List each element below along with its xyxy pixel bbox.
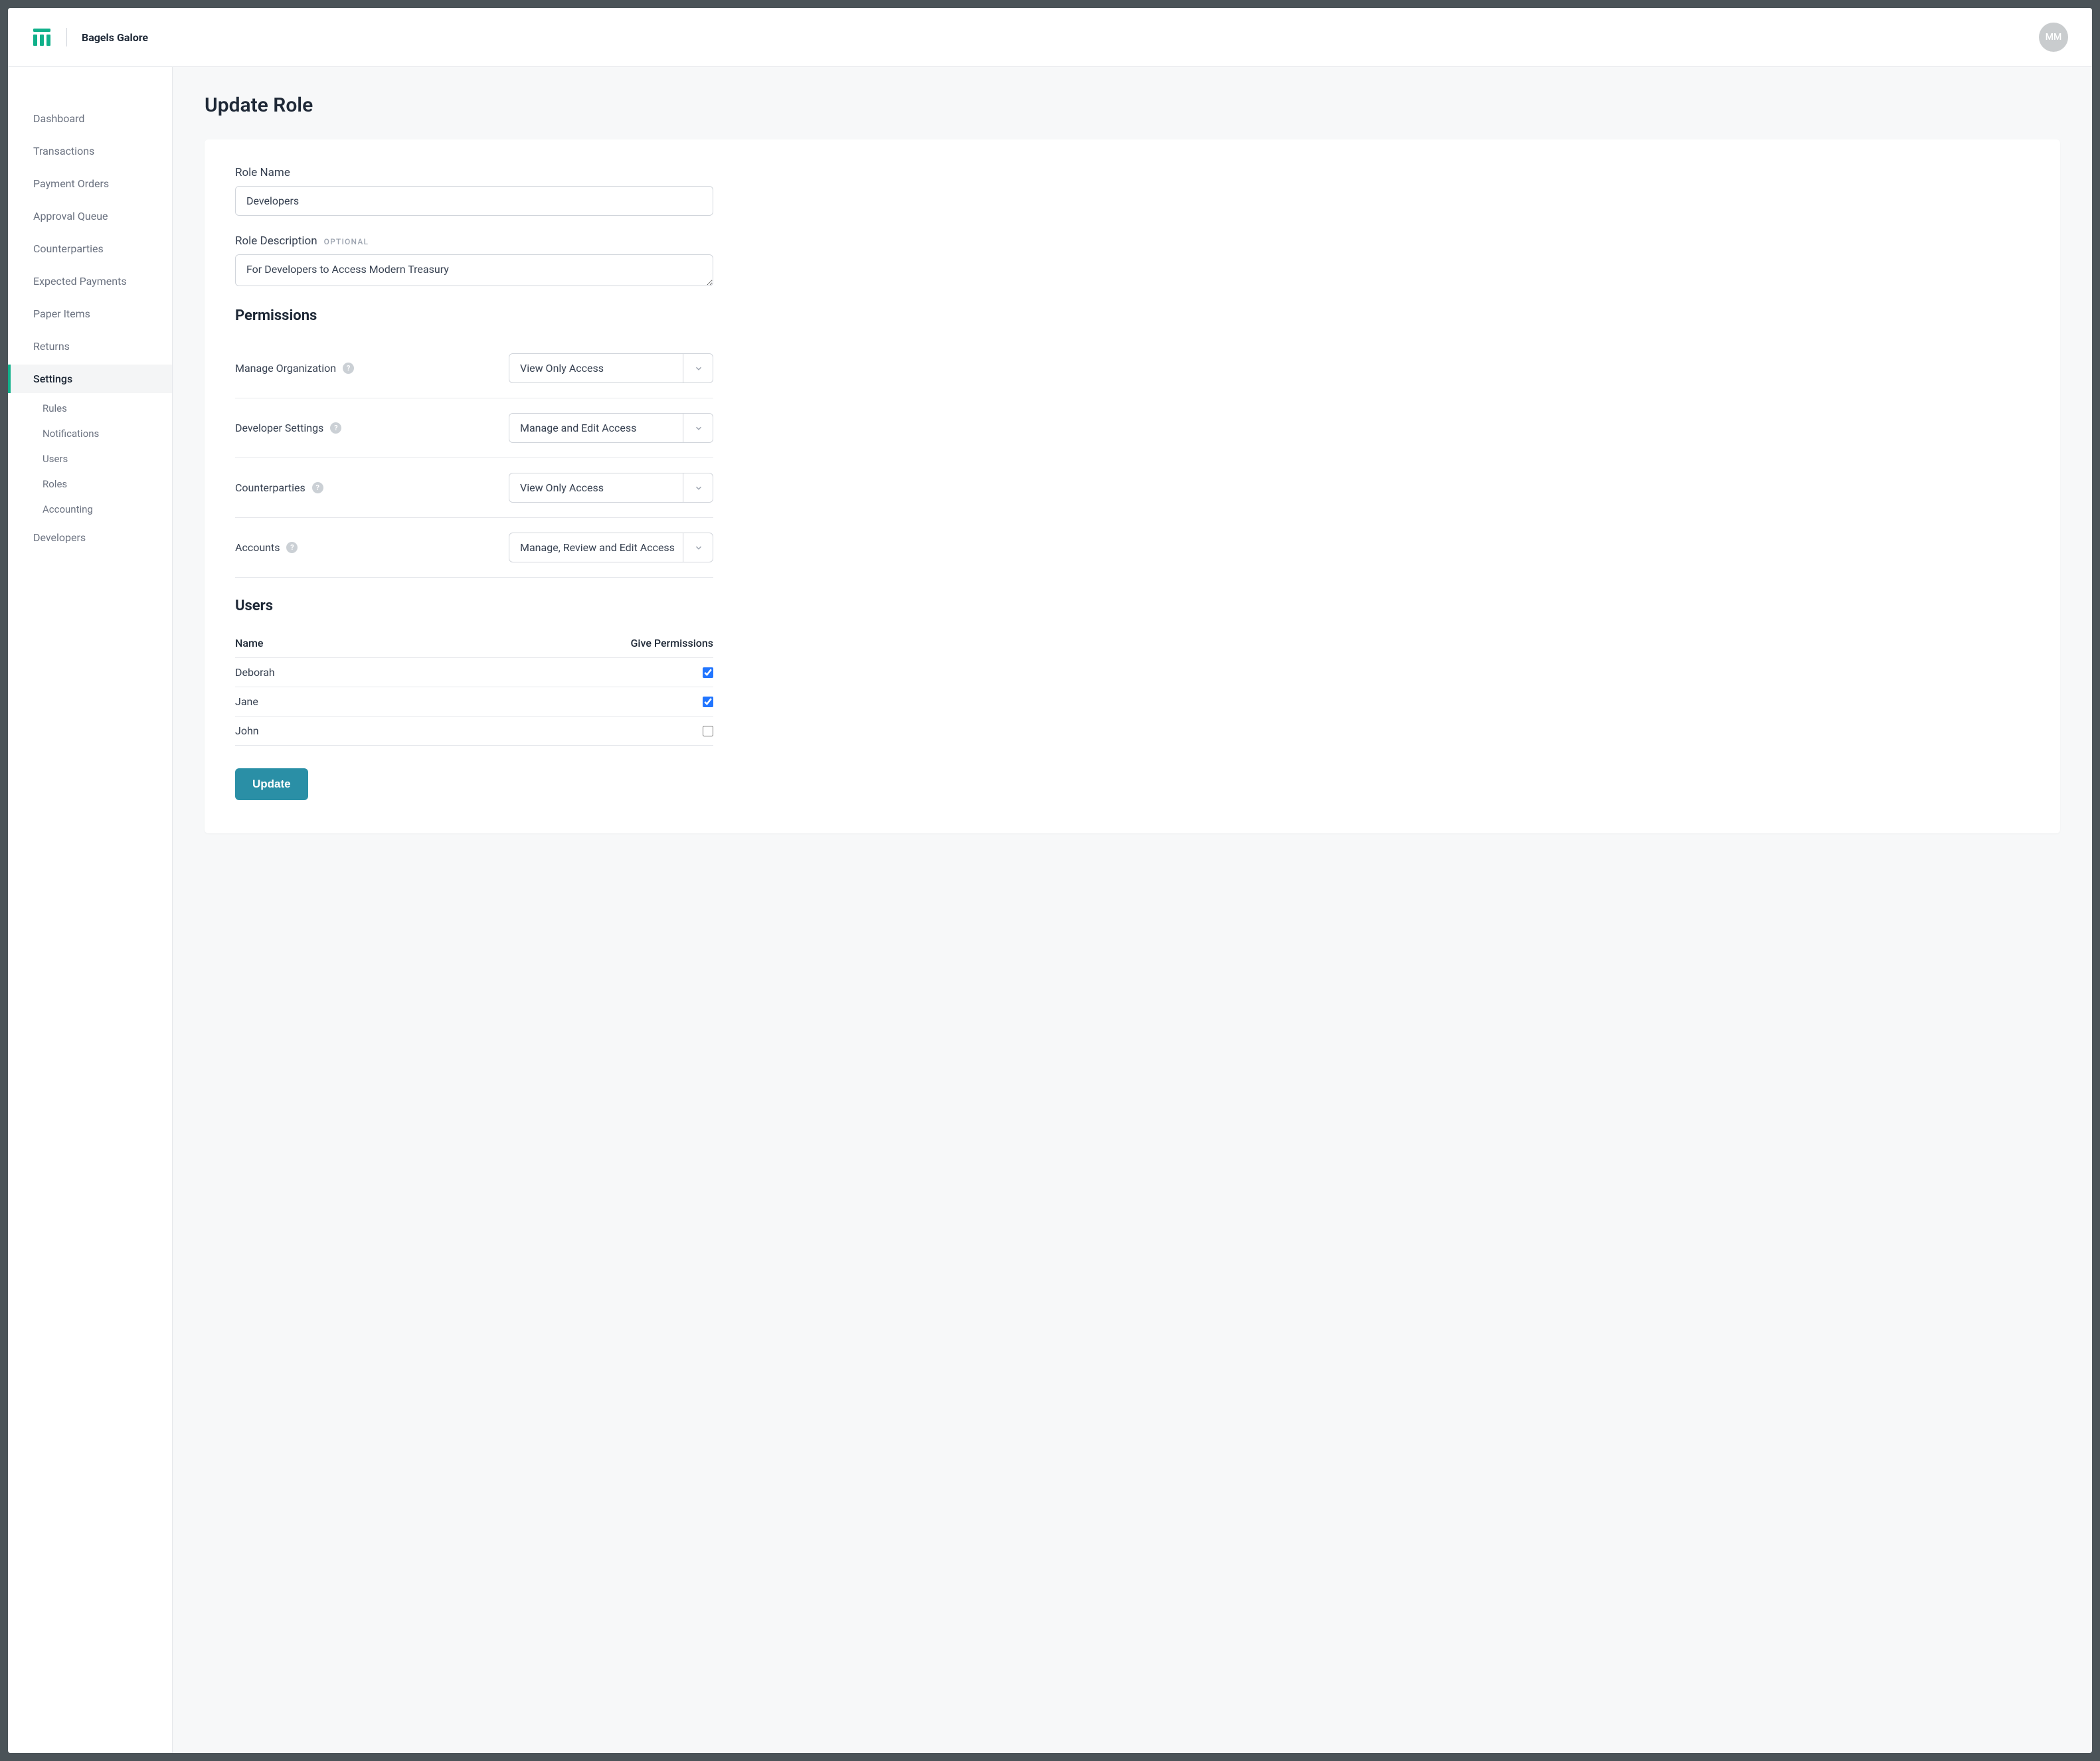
sidebar-item-counterparties[interactable]: Counterparties [8, 234, 172, 263]
logo-divider [66, 28, 67, 46]
help-icon[interactable]: ? [330, 422, 341, 434]
user-name: Jane [235, 695, 258, 708]
org-name: Bagels Galore [82, 31, 148, 44]
app-frame: Bagels Galore MM Dashboard Transactions … [8, 8, 2092, 1753]
perm-select-wrap: View Only Access [509, 473, 713, 503]
update-button[interactable]: Update [235, 768, 308, 800]
page-title: Update Role [205, 94, 2060, 117]
sidebar-item-payment-orders[interactable]: Payment Orders [8, 169, 172, 198]
role-desc-input[interactable] [235, 254, 713, 286]
sidebar-subitem-notifications[interactable]: Notifications [17, 422, 172, 445]
perm-select-wrap: Manage and Edit Access [509, 413, 713, 443]
users-row: Deborah [235, 658, 713, 687]
user-permission-checkbox[interactable] [703, 697, 713, 707]
users-table-header: Name Give Permissions [235, 629, 713, 658]
user-permission-checkbox[interactable] [703, 667, 713, 678]
perm-select-wrap: Manage, Review and Edit Access [509, 533, 713, 562]
role-name-label: Role Name [235, 166, 2030, 179]
user-name: John [235, 724, 259, 737]
perm-label: Counterparties ? [235, 481, 323, 494]
main-content: Update Role Role Name Role Description O… [173, 67, 2092, 1753]
sidebar-subitem-rules[interactable]: Rules [17, 397, 172, 420]
perm-label-text: Manage Organization [235, 362, 336, 375]
optional-tag: OPTIONAL [324, 237, 369, 246]
perm-label-text: Counterparties [235, 481, 306, 494]
users-header-name: Name [235, 637, 263, 649]
perm-select-manage-organization[interactable]: View Only Access [509, 353, 713, 383]
shell: Dashboard Transactions Payment Orders Ap… [8, 67, 2092, 1753]
perm-select-developer-settings[interactable]: Manage and Edit Access [509, 413, 713, 443]
role-desc-field: Role Description OPTIONAL [235, 234, 2030, 289]
perm-label-text: Accounts [235, 541, 280, 554]
perm-label-text: Developer Settings [235, 422, 323, 434]
perm-row-developer-settings: Developer Settings ? Manage and Edit Acc… [235, 398, 713, 458]
sidebar-item-transactions[interactable]: Transactions [8, 137, 172, 165]
user-name: Deborah [235, 666, 275, 679]
perm-label: Developer Settings ? [235, 422, 341, 434]
sidebar-item-dashboard[interactable]: Dashboard [8, 104, 172, 133]
help-icon[interactable]: ? [286, 542, 298, 553]
brand-logo-icon [32, 29, 52, 46]
perm-select-wrap: View Only Access [509, 353, 713, 383]
form-card: Role Name Role Description OPTIONAL Perm… [205, 139, 2060, 833]
perm-select-accounts[interactable]: Manage, Review and Edit Access [509, 533, 713, 562]
help-icon[interactable]: ? [312, 482, 323, 493]
sidebar-item-developers[interactable]: Developers [8, 523, 172, 552]
sidebar-subitem-roles[interactable]: Roles [17, 473, 172, 495]
help-icon[interactable]: ? [343, 363, 354, 374]
sidebar-item-settings[interactable]: Settings [8, 365, 172, 393]
permissions-title: Permissions [235, 307, 2030, 324]
settings-subnav: Rules Notifications Users Roles Accounti… [8, 397, 172, 521]
perm-row-counterparties: Counterparties ? View Only Access [235, 458, 713, 518]
perm-label: Accounts ? [235, 541, 298, 554]
role-name-input[interactable] [235, 186, 713, 216]
role-desc-label: Role Description OPTIONAL [235, 234, 2030, 248]
users-header-perm: Give Permissions [631, 637, 713, 649]
sidebar-item-expected-payments[interactable]: Expected Payments [8, 267, 172, 295]
perm-label: Manage Organization ? [235, 362, 354, 375]
avatar[interactable]: MM [2039, 23, 2068, 52]
role-desc-label-text: Role Description [235, 234, 317, 248]
users-title: Users [235, 598, 2030, 614]
users-row: Jane [235, 687, 713, 716]
perm-row-accounts: Accounts ? Manage, Review and Edit Acces… [235, 518, 713, 578]
perm-row-manage-organization: Manage Organization ? View Only Access [235, 339, 713, 398]
users-table: Name Give Permissions Deborah Jane John [235, 629, 713, 746]
sidebar-subitem-users[interactable]: Users [17, 448, 172, 470]
role-name-field: Role Name [235, 166, 2030, 216]
sidebar-subitem-accounting[interactable]: Accounting [17, 498, 172, 521]
sidebar-item-approval-queue[interactable]: Approval Queue [8, 202, 172, 230]
sidebar-item-returns[interactable]: Returns [8, 332, 172, 361]
perm-select-counterparties[interactable]: View Only Access [509, 473, 713, 503]
topbar: Bagels Galore MM [8, 8, 2092, 67]
users-row: John [235, 716, 713, 746]
user-permission-checkbox[interactable] [703, 726, 713, 736]
logo-block: Bagels Galore [32, 28, 148, 46]
sidebar: Dashboard Transactions Payment Orders Ap… [8, 67, 173, 1753]
sidebar-item-paper-items[interactable]: Paper Items [8, 299, 172, 328]
